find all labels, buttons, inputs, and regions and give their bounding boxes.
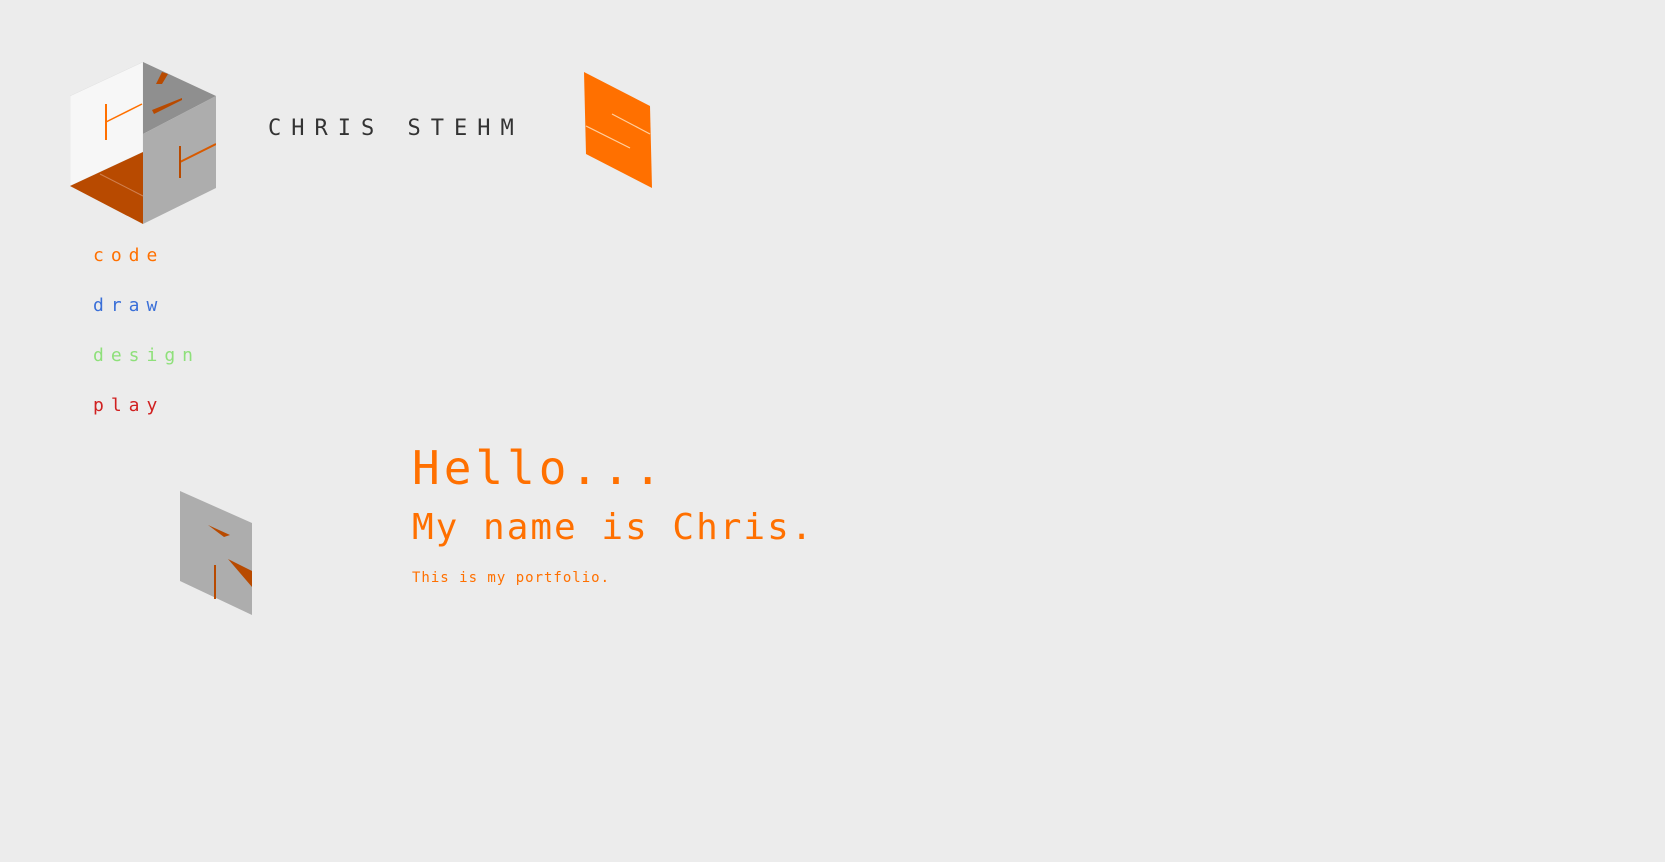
portfolio-page: CHRIS STEHM code draw design play Hello.… <box>0 0 1665 862</box>
hero-section: Hello... My name is Chris. This is my po… <box>412 440 814 586</box>
cube-logo-icon[interactable] <box>70 62 216 224</box>
hero-name: My name is Chris. <box>412 507 815 548</box>
site-title: CHRIS STEHM <box>268 116 524 141</box>
hero-greeting: Hello... <box>412 441 666 495</box>
nav-item-draw[interactable]: draw <box>93 294 200 344</box>
gray-r-panel-icon <box>180 491 252 615</box>
nav-item-play[interactable]: play <box>93 394 200 444</box>
nav-item-design[interactable]: design <box>93 344 200 394</box>
main-nav: code draw design play <box>93 244 200 444</box>
orange-s-panel-icon <box>584 72 652 188</box>
nav-item-code[interactable]: code <box>93 244 200 294</box>
hero-tagline: This is my portfolio. <box>412 570 611 586</box>
